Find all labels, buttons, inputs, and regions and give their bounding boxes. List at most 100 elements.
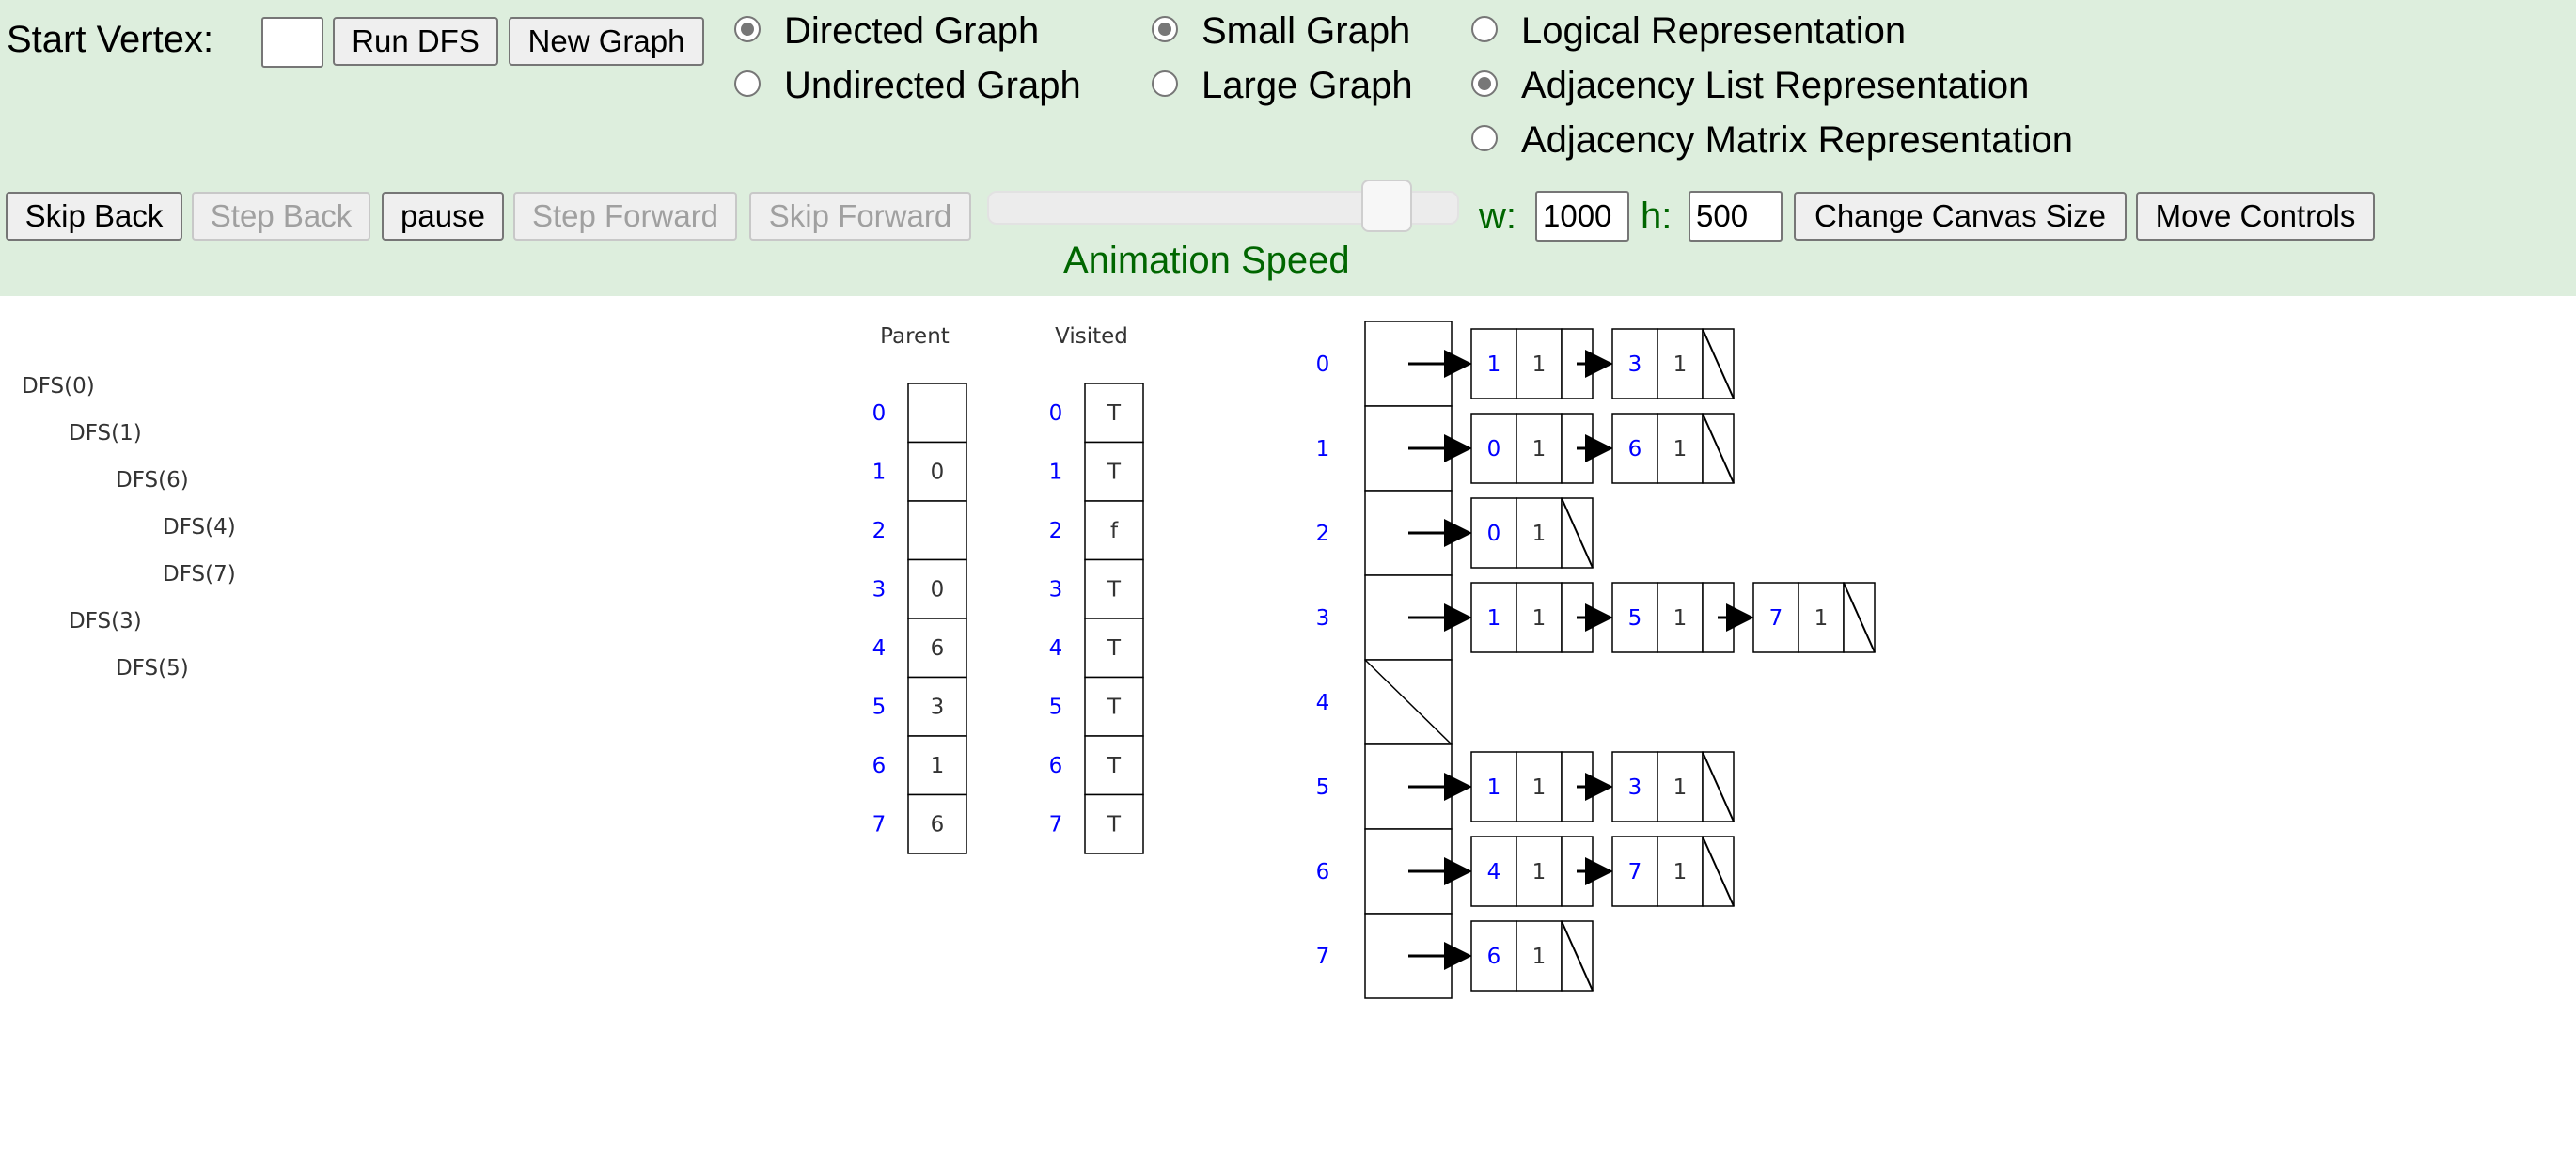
parent-cell: [907, 383, 967, 444]
edge-node-vertex: 4: [1487, 860, 1501, 884]
visited-index: 1: [1049, 461, 1063, 485]
parent-index: 3: [872, 578, 887, 602]
dfs-call-label: DFS(4): [163, 515, 236, 540]
parent-value: 3: [931, 696, 945, 720]
logical-representation-radio[interactable]: [1471, 16, 1498, 42]
edge-node-vertex: 6: [1628, 437, 1642, 462]
skip-back-button[interactable]: Skip Back: [6, 192, 182, 241]
run-dfs-button[interactable]: Run DFS: [333, 17, 498, 66]
change-canvas-size-button[interactable]: Change Canvas Size: [1794, 192, 2127, 241]
parent-index: 1: [872, 461, 887, 485]
edge-node-vertex: 5: [1628, 606, 1642, 631]
visited-value: T: [1107, 401, 1122, 426]
undirected-graph-label: Undirected Graph: [784, 65, 1081, 106]
edge-node-vertex: 1: [1487, 352, 1501, 377]
logical-representation-label: Logical Representation: [1521, 10, 1907, 52]
parent-index: 4: [872, 636, 887, 661]
parent-cell: [907, 500, 967, 561]
large-graph-radio[interactable]: [1152, 70, 1178, 97]
start-vertex-label: Start Vertex:: [7, 19, 214, 60]
edge-node-vertex: 7: [1769, 606, 1783, 631]
visited-index: 6: [1049, 754, 1063, 778]
adjacency-list-label: Adjacency List Representation: [1521, 65, 2030, 106]
edge-node-weight: 1: [1673, 860, 1688, 884]
visited-index: 5: [1049, 696, 1063, 720]
edge-node-weight: 1: [1532, 945, 1547, 969]
visited-index: 2: [1049, 519, 1063, 543]
adjacency-matrix-label: Adjacency Matrix Representation: [1521, 119, 2073, 161]
edge-node-weight: 1: [1532, 775, 1547, 800]
parent-index: 2: [872, 519, 887, 543]
edge-node-vertex: 1: [1487, 606, 1501, 631]
adjacency-vertex-index: 7: [1316, 945, 1330, 969]
edge-node-vertex: 0: [1487, 437, 1501, 462]
visited-index: 4: [1049, 636, 1063, 661]
edge-node-weight: 1: [1673, 606, 1688, 631]
skip-forward-button[interactable]: Skip Forward: [749, 192, 971, 241]
visited-array: Visited 0 T 1 T 2 f 3 T 4 T 5 T 6 T 7 T: [1049, 324, 1144, 854]
edge-node-weight: 1: [1673, 352, 1688, 377]
dfs-call-label: DFS(1): [69, 421, 142, 446]
directed-graph-label: Directed Graph: [784, 10, 1040, 52]
parent-value: 1: [931, 754, 945, 778]
edge-node-weight: 1: [1532, 352, 1547, 377]
visited-value: T: [1107, 696, 1122, 720]
visited-index: 0: [1049, 401, 1063, 426]
dfs-call-label: DFS(5): [116, 656, 189, 681]
move-controls-button[interactable]: Move Controls: [2136, 192, 2375, 241]
adjacency-matrix-radio[interactable]: [1471, 125, 1498, 151]
canvas-width-input[interactable]: [1535, 191, 1629, 242]
parent-value: 0: [931, 461, 945, 485]
edge-node-vertex: 7: [1628, 860, 1642, 884]
visited-value: T: [1107, 813, 1122, 837]
edge-node-vertex: 0: [1487, 522, 1501, 546]
canvas-height-label: h:: [1641, 196, 1673, 237]
parent-array: Parent 0 1 0 2 3 0 4 6 5 3 6 1 7 6: [872, 324, 967, 854]
dfs-call-label: DFS(6): [116, 468, 189, 493]
adjacency-vertex-index: 2: [1316, 522, 1330, 546]
edge-node-vertex: 6: [1487, 945, 1501, 969]
visited-title: Visited: [1055, 324, 1128, 349]
edge-node-weight: 1: [1532, 606, 1547, 631]
parent-index: 0: [872, 401, 887, 426]
parent-value: 6: [931, 813, 945, 837]
dfs-call-label: DFS(3): [69, 609, 142, 634]
edge-node-weight: 1: [1673, 775, 1688, 800]
animation-speed-label: Animation Speed: [1063, 240, 1350, 281]
canvas-width-label: w:: [1479, 196, 1516, 237]
edge-node-vertex: 3: [1628, 775, 1642, 800]
parent-index: 7: [872, 813, 887, 837]
new-graph-button[interactable]: New Graph: [509, 17, 704, 66]
small-graph-radio[interactable]: [1152, 16, 1178, 42]
pause-button[interactable]: pause: [382, 192, 504, 241]
dfs-call-label: DFS(7): [163, 562, 236, 587]
parent-value: 0: [931, 578, 945, 602]
adjacency-vertex-index: 4: [1316, 691, 1330, 715]
animation-speed-slider-thumb[interactable]: [1361, 180, 1412, 232]
dfs-call-trace: DFS(0) DFS(1) DFS(6) DFS(4) DFS(7) DFS(3) DFS(…: [22, 374, 236, 681]
visited-value: T: [1107, 754, 1122, 778]
visited-value: T: [1107, 578, 1122, 602]
control-panel: Start Vertex: Run DFS New Graph Directed…: [0, 0, 2576, 296]
large-graph-label: Large Graph: [1202, 65, 1413, 106]
step-back-button[interactable]: Step Back: [192, 192, 370, 241]
directed-graph-radio[interactable]: [734, 16, 761, 42]
visited-index: 3: [1049, 578, 1063, 602]
edge-node-weight: 1: [1673, 437, 1688, 462]
adjacency-vertex-index: 5: [1316, 775, 1330, 800]
undirected-graph-radio[interactable]: [734, 70, 761, 97]
step-forward-button[interactable]: Step Forward: [513, 192, 737, 241]
canvas-height-input[interactable]: [1689, 191, 1783, 242]
edge-node-weight: 1: [1814, 606, 1829, 631]
visited-value: T: [1107, 636, 1122, 661]
adjacency-vertex-index: 1: [1316, 437, 1330, 462]
start-vertex-input[interactable]: [261, 17, 323, 68]
visited-value: T: [1107, 461, 1122, 485]
animation-canvas: DFS(0) DFS(1) DFS(6) DFS(4) DFS(7) DFS(3) DFS(…: [22, 321, 1876, 999]
adjacency-list-radio[interactable]: [1471, 70, 1498, 97]
adjacency-vertex-index: 6: [1316, 860, 1330, 884]
edge-node-weight: 1: [1532, 437, 1547, 462]
edge-node-vertex: 1: [1487, 775, 1501, 800]
adjacency-vertex-index: 3: [1316, 606, 1330, 631]
visited-value: f: [1110, 519, 1119, 543]
